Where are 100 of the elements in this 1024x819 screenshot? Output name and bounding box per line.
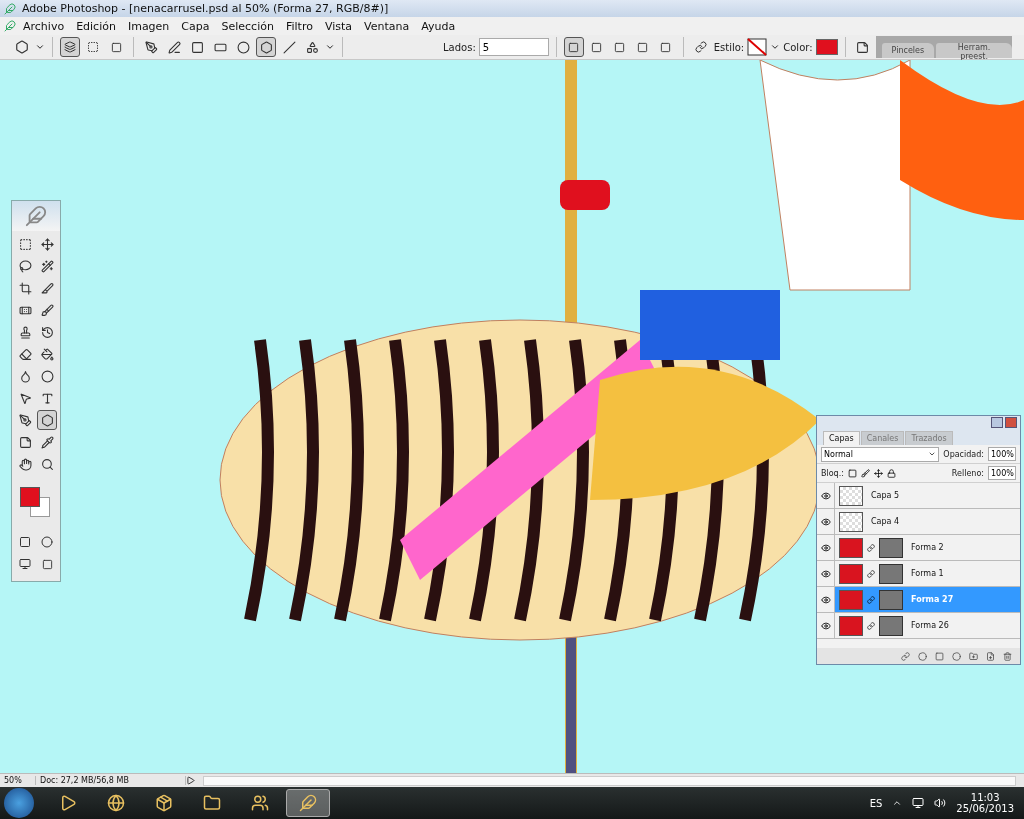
layer-thumbnail [839,615,863,636]
notes-icon [18,435,32,449]
app-icon [4,20,16,32]
caret-icon[interactable] [325,42,335,52]
panel-tab[interactable]: Capas [823,431,860,445]
language-indicator[interactable]: ES [869,797,883,809]
stamp-icon [18,325,32,339]
link-icon [867,595,875,604]
eye-icon[interactable] [820,490,831,501]
caret-icon[interactable] [35,42,45,52]
menu-item[interactable]: Ayuda [416,19,461,33]
sides-field[interactable]: 5 [478,38,549,56]
layer-name: Forma 2 [911,543,944,552]
layer-name: Forma 26 [911,621,949,630]
group-icon[interactable] [969,651,978,661]
link-icon [867,569,875,578]
link-icon[interactable] [901,651,910,661]
eyedropper-icon [40,435,54,449]
menu-item[interactable]: Archivo [18,19,70,33]
palette-tab[interactable]: Pinceles [881,43,935,58]
mode-button[interactable] [60,37,80,57]
chevron-icon[interactable] [892,798,903,808]
lock-pixels-icon[interactable] [860,468,870,478]
hand-icon [18,457,32,471]
start-button[interactable] [4,788,34,818]
link-icon [694,41,707,53]
layer-thumbnail [839,537,863,558]
minimize-button[interactable] [991,417,1003,428]
layer-row[interactable]: Capa 5 [817,483,1020,509]
eye-icon[interactable] [820,620,831,631]
history-icon [40,325,54,339]
move-icon [40,237,54,251]
style-label: Estilo: [713,41,745,53]
combine-mode-button[interactable] [563,37,584,57]
square-icon [19,536,31,548]
layer-row[interactable]: Forma 1 [817,561,1020,587]
shape-tool-button[interactable] [256,37,276,57]
caret-icon[interactable] [770,42,781,52]
new-layer-icon[interactable] [986,651,995,661]
square-icon [568,41,580,53]
square-icon [614,41,626,53]
eye-icon[interactable] [820,594,831,605]
menu-item[interactable]: Capa [176,19,215,33]
menu-item[interactable]: Edición [71,19,121,33]
layer-row[interactable]: Forma 2 [817,535,1020,561]
lock-all-icon[interactable] [886,468,896,478]
ellipse-icon [236,40,250,54]
no-style-icon[interactable] [747,38,768,56]
caret-icon [928,450,937,458]
eye-icon[interactable] [820,516,831,527]
eraser-icon [18,347,32,361]
line-icon [282,40,296,54]
volume-icon[interactable] [934,797,947,809]
color-label: Color: [783,41,813,53]
select-icon [18,391,32,405]
play-icon[interactable] [186,776,195,785]
lock-position-icon[interactable] [873,468,883,478]
square-icon [637,41,649,53]
menu-item[interactable]: Selección [216,19,279,33]
vector-mask-thumbnail [879,537,903,558]
crop-icon [18,281,32,295]
note-icon [856,40,870,54]
rect-icon [190,40,204,54]
vector-mask-thumbnail [879,589,903,610]
tool-button[interactable] [37,410,57,430]
layer-row[interactable]: Capa 4 [817,509,1020,535]
eye-icon[interactable] [820,542,831,553]
blend-mode-dropdown[interactable]: Normal [821,446,940,462]
layer-name: Capa 4 [871,517,900,526]
sides-label: Lados: [443,41,476,53]
clock-time[interactable]: 11:03 [970,792,1000,803]
square-icon [591,41,603,53]
polygon-icon [259,40,273,54]
menu-item[interactable]: Filtro [280,19,318,33]
palette-tab[interactable]: Herram. preest. [936,43,1012,58]
opacity-label: Opacidad: [943,449,984,459]
layer-thumbnail [839,485,863,506]
fill-field[interactable]: 100% [988,466,1016,480]
layer-row[interactable]: Forma 26 [817,613,1020,639]
eye-icon[interactable] [820,568,831,579]
clock-date[interactable]: 25/06/2013 [956,803,1014,814]
shape-icon [40,413,54,427]
menu-item[interactable]: Vista [319,19,358,33]
menu-item[interactable]: Imagen [122,19,175,33]
feather-icon [25,205,47,227]
horizontal-scrollbar[interactable] [203,775,1016,786]
zoom-level: 50% [0,776,36,785]
layers-icon [64,41,76,53]
marquee-icon [18,237,32,251]
delete-icon[interactable] [1003,651,1012,661]
vector-mask-thumbnail [879,615,903,636]
lock-transparency-icon[interactable] [847,468,857,478]
menu-item[interactable]: Ventana [359,19,415,33]
app-icon [4,2,16,15]
type-icon [40,391,54,405]
opacity-field[interactable]: 100% [988,447,1016,461]
square-icon [41,558,53,570]
square-icon [110,41,122,53]
vector-mask-thumbnail [879,563,903,584]
color-swatch[interactable] [815,39,838,55]
